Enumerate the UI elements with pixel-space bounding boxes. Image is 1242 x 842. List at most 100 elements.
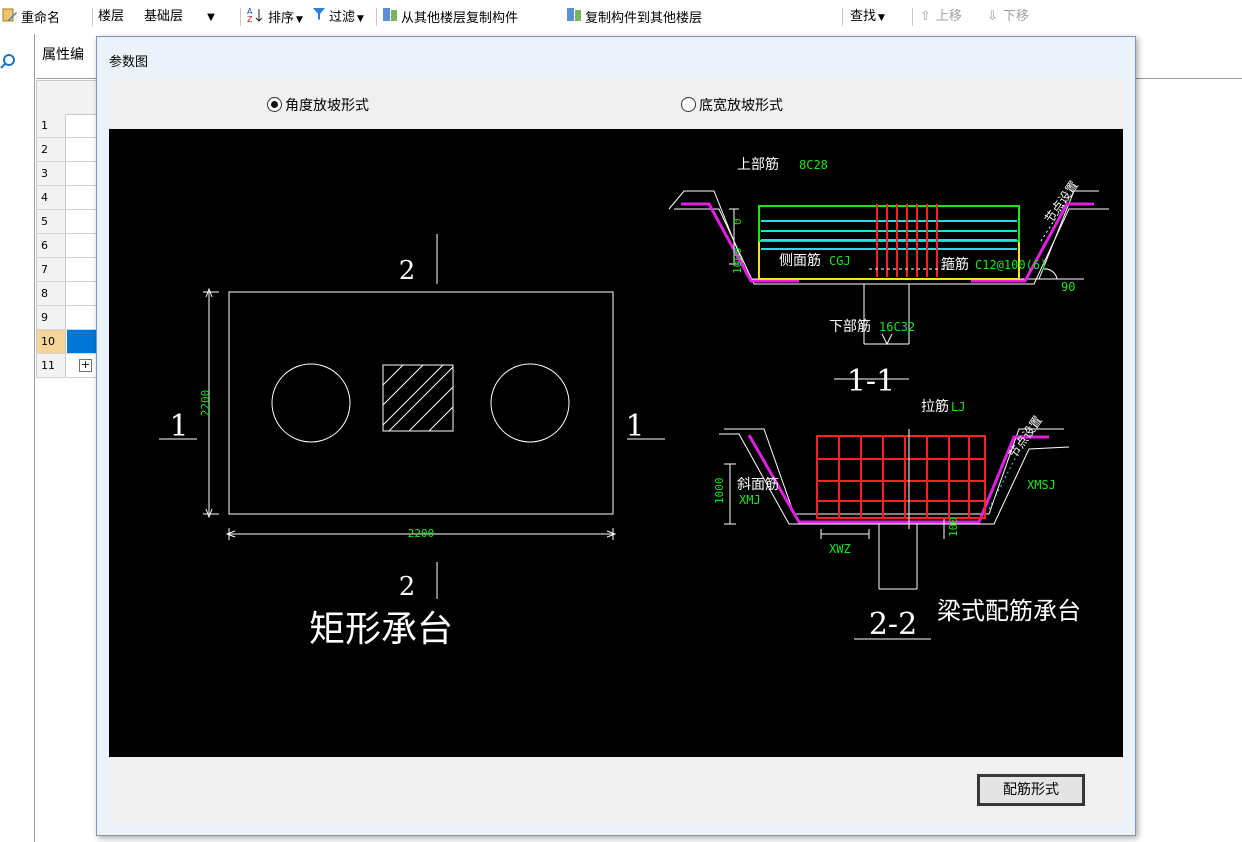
radio-unchecked-icon: [681, 97, 696, 112]
selected-cell[interactable]: [67, 330, 98, 353]
chevron-down-icon: ▼: [878, 13, 885, 23]
caption-rect-cap: 矩形承台: [309, 609, 453, 650]
left-sidebar: [0, 34, 34, 842]
copy-to-icon: [566, 7, 582, 30]
copy-to-label: 复制构件到其他楼层: [585, 11, 703, 26]
chevron-down-icon: ▼: [207, 12, 215, 23]
move-down-button[interactable]: ⇩ 下移: [987, 7, 1029, 27]
diagram-svg: 2200 2200 2 2 1 1 矩形承台 上部筋 8C28 侧面筋 CGJ …: [159, 156, 1109, 650]
diagram-canvas: 2200 2200 2 2 1 1 矩形承台 上部筋 8C28 侧面筋 CGJ …: [109, 129, 1123, 757]
toolbar-separator: [912, 8, 913, 26]
floor-label: 楼层: [98, 9, 125, 24]
section-marks: [159, 234, 665, 599]
arrow-down-icon: ⇩: [987, 9, 998, 24]
table-row[interactable]: 4: [36, 186, 98, 210]
find-label: 查找: [850, 9, 877, 24]
dim-height-text: 2200: [199, 390, 212, 417]
pile-right: [490, 363, 570, 443]
copy-to-floor-button[interactable]: 复制构件到其他楼层: [566, 7, 702, 27]
table-row[interactable]: 11 +: [36, 354, 98, 378]
toolbar-separator: [842, 8, 843, 26]
expand-icon[interactable]: +: [79, 359, 92, 372]
toolbar-separator: [376, 8, 377, 26]
rename-button[interactable]: 重命名: [2, 7, 60, 27]
chevron-down-icon: ▼: [357, 14, 364, 24]
section-2-bottom: 2: [399, 572, 416, 602]
table-row[interactable]: 7: [36, 258, 98, 282]
row-number: 7: [36, 258, 66, 281]
sort-label: 排序: [268, 11, 295, 26]
dim-1000-text-2: 1000: [713, 478, 726, 505]
row-number: 10: [36, 330, 66, 353]
dim-zero-text: 0: [731, 218, 744, 225]
floor-select-value: 基础层: [144, 9, 184, 24]
row-number: 6: [36, 234, 66, 257]
table-row[interactable]: 9: [36, 306, 98, 330]
chevron-down-icon: ▼: [296, 15, 303, 25]
floor-select[interactable]: 基础层 ▼: [144, 7, 215, 27]
angle-90-text: 90: [1061, 280, 1075, 294]
rebar-form-button[interactable]: 配筋形式: [977, 774, 1085, 806]
move-up-label: 上移: [935, 9, 962, 24]
radio-checked-icon: [267, 97, 282, 112]
tie-bar-label: 拉筋: [921, 398, 949, 415]
row-number: 8: [36, 282, 66, 305]
toolbar-separator: [92, 8, 93, 26]
copy-from-icon: [382, 7, 398, 30]
row-number: 5: [36, 210, 66, 233]
top-bar-value: 8C28: [799, 158, 828, 172]
stirrup-label: 箍筋: [941, 256, 969, 273]
slope-bar-value: XMJ: [739, 493, 761, 507]
caption-beam-cap: 梁式配筋承台: [937, 597, 1081, 625]
dim-width-text: 2200: [408, 527, 435, 540]
table-row-selected[interactable]: 10: [36, 330, 98, 354]
find-button[interactable]: 查找 ▼: [850, 7, 885, 27]
xwz-text: XWZ: [829, 542, 851, 556]
filter-icon: [312, 7, 326, 28]
dim-1000-text: 1000: [731, 248, 744, 275]
node-setting-note-1: 节点设置: [1042, 178, 1081, 225]
rect-cap-plan: [159, 234, 665, 599]
section-label-1-1: 1-1: [847, 364, 895, 399]
side-bar-label: 侧面筋: [779, 252, 821, 269]
rebar-form-label: 配筋形式: [978, 775, 1084, 805]
table-row[interactable]: 2: [36, 138, 98, 162]
radio-width-label: 底宽放坡形式: [699, 98, 783, 114]
radio-angle-label: 角度放坡形式: [285, 98, 369, 114]
dialog-content: 角度放坡形式 底宽放坡形式 2200 2200 2 2 1 1 矩形承台 上部筋…: [109, 79, 1123, 823]
sort-button[interactable]: AZ 排序 ▼: [247, 7, 303, 27]
radio-width-slope[interactable]: 底宽放坡形式: [681, 95, 783, 115]
arrow-up-icon: ⇧: [920, 9, 931, 24]
move-down-label: 下移: [1002, 9, 1029, 24]
row-number: 1: [36, 114, 66, 137]
radio-angle-slope[interactable]: 角度放坡形式: [267, 95, 369, 115]
row-number: 9: [36, 306, 66, 329]
rename-label: 重命名: [21, 11, 61, 26]
table-row[interactable]: 3: [36, 162, 98, 186]
table-row[interactable]: 5: [36, 210, 98, 234]
property-grid: 1 2 3 4 5 6 7 8 9 10 11 +: [36, 80, 100, 425]
copy-from-label: 从其他楼层复制构件: [401, 11, 519, 26]
copy-from-floor-button[interactable]: 从其他楼层复制构件: [382, 7, 518, 27]
side-bar-value: CGJ: [829, 254, 851, 268]
parameter-diagram-dialog: 参数图 角度放坡形式 底宽放坡形式 2200 2200 2 2 1 1 矩形承台…: [96, 36, 1136, 836]
stirrup-value: C12@100(6): [975, 258, 1047, 272]
row-number: 11: [36, 354, 66, 377]
grid-header: [36, 80, 100, 115]
toolbar-separator: [240, 8, 241, 26]
section-2-top: 2: [399, 256, 416, 286]
column-hatch: [382, 364, 454, 432]
search-icon[interactable]: [0, 52, 18, 74]
tab-property-editor[interactable]: 属性编: [42, 44, 84, 64]
panel-divider: [34, 34, 35, 842]
row-number: 2: [36, 138, 66, 161]
svg-text:Z: Z: [247, 15, 253, 23]
table-row[interactable]: 8: [36, 282, 98, 306]
bottom-bar-value: 16C32: [879, 320, 915, 334]
table-row[interactable]: 6: [36, 234, 98, 258]
pile-left: [271, 363, 351, 443]
filter-button[interactable]: 过滤 ▼: [312, 7, 364, 27]
table-row[interactable]: 1: [36, 114, 98, 138]
cap-outline: [228, 291, 614, 515]
move-up-button[interactable]: ⇧ 上移: [920, 7, 962, 27]
